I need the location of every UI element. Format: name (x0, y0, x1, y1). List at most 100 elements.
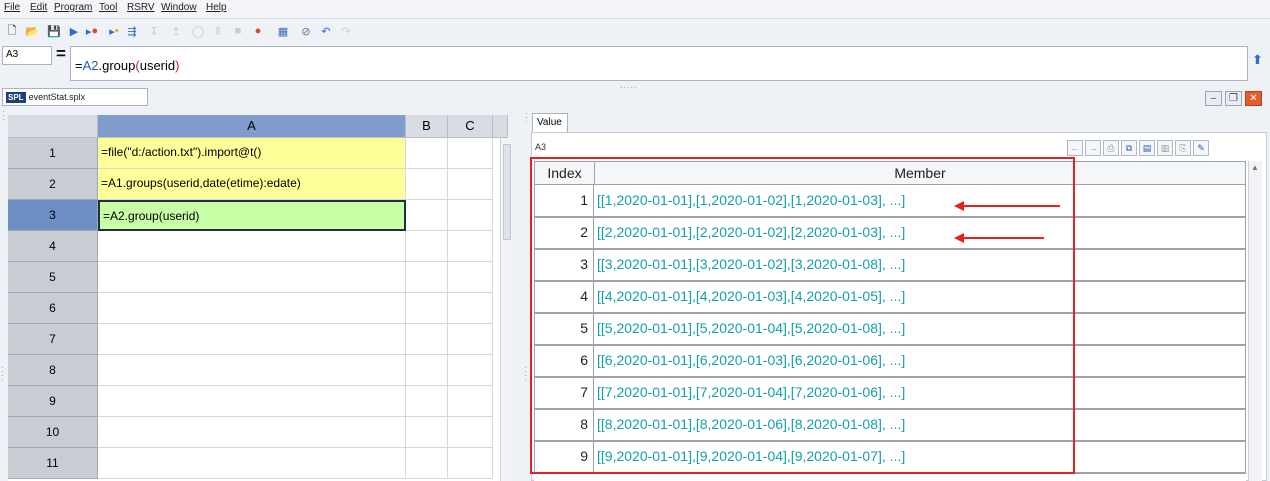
collapse-formula-icon[interactable]: ⬆ (1252, 52, 1263, 68)
cell-a9[interactable] (98, 386, 406, 417)
restore-icon[interactable]: ❐ (1225, 91, 1242, 106)
pause-bars-icon[interactable]: Ⅱ (210, 23, 226, 39)
cell-b1[interactable] (406, 138, 448, 169)
step-icon[interactable]: ▸ • (106, 23, 122, 39)
cell-name-box[interactable]: A3 (2, 46, 52, 65)
redo-icon[interactable]: ↷ (338, 23, 354, 39)
stop-icon[interactable]: ■ (230, 23, 246, 39)
row-header[interactable]: 6 (8, 293, 98, 324)
row-header[interactable]: 4 (8, 231, 98, 262)
scroll-up-icon[interactable]: ▲ (1251, 163, 1259, 172)
open-folder-icon[interactable]: 📂 (24, 23, 40, 39)
cell-b7[interactable] (406, 324, 448, 355)
cell-a1[interactable]: =file("d:/action.txt").import@t() (98, 138, 406, 169)
menu-file[interactable]: File (4, 2, 20, 13)
close-icon[interactable]: ✕ (1245, 91, 1262, 106)
row-header[interactable]: 7 (8, 324, 98, 355)
cell-a5[interactable] (98, 262, 406, 293)
value-table-scrollbar[interactable]: ▲ (1248, 161, 1262, 481)
pin-icon[interactable]: ✎ (1193, 140, 1209, 156)
cell-b6[interactable] (406, 293, 448, 324)
row-header[interactable]: 11 (8, 448, 98, 479)
cell-c6[interactable] (448, 293, 493, 324)
column-header-b[interactable]: B (406, 115, 448, 138)
cell-a11[interactable] (98, 448, 406, 479)
forward-icon[interactable]: → (1085, 140, 1101, 156)
row-header[interactable]: 5 (8, 262, 98, 293)
cell-a8[interactable] (98, 355, 406, 386)
left-split-grip-icon[interactable]: · · · · (1, 364, 4, 384)
menu-rsrv[interactable]: RSRV (127, 2, 155, 13)
row-header[interactable]: 9 (8, 386, 98, 417)
new-file-icon[interactable]: 🗋 (4, 23, 20, 39)
cell-c5[interactable] (448, 262, 493, 293)
formula-input[interactable]: =A2.group(userid) (70, 46, 1248, 81)
cell-c4[interactable] (448, 231, 493, 262)
cell-a4[interactable] (98, 231, 406, 262)
cell-b9[interactable] (406, 386, 448, 417)
formula-prefix: = (75, 58, 83, 73)
menu-window[interactable]: Window (161, 2, 197, 13)
paste-icon[interactable]: ⎘ (1175, 140, 1191, 156)
save-icon[interactable]: 💾 (46, 23, 62, 39)
menu-help[interactable]: Help (206, 2, 227, 13)
run-icon[interactable]: ▶ (66, 23, 82, 39)
step-into-icon[interactable]: ↧ (146, 23, 162, 39)
cell-b2[interactable] (406, 169, 448, 200)
back-icon[interactable]: ← (1067, 140, 1083, 156)
cell-c3[interactable] (448, 200, 493, 231)
cell-a6[interactable] (98, 293, 406, 324)
cell-b11[interactable] (406, 448, 448, 479)
grid-vertical-scrollbar[interactable] (500, 138, 513, 481)
row-header[interactable]: 3 (8, 200, 98, 231)
cell-b8[interactable] (406, 355, 448, 386)
column-header-extra (493, 115, 508, 138)
menu-tool[interactable]: Tool (99, 2, 117, 13)
cell-a10[interactable] (98, 417, 406, 448)
cell-c10[interactable] (448, 417, 493, 448)
value-tab[interactable]: Value (532, 113, 568, 132)
undo-icon[interactable]: ↶ (318, 23, 334, 39)
cell-b10[interactable] (406, 417, 448, 448)
grid-scroll-thumb[interactable] (503, 144, 511, 240)
value-cell-name: A3 (535, 142, 547, 152)
panel-split-grip-icon[interactable]: · · · (525, 110, 528, 126)
row-header[interactable]: 10 (8, 417, 98, 448)
cell-c8[interactable] (448, 355, 493, 386)
row-header[interactable]: 8 (8, 355, 98, 386)
cell-a3[interactable]: =A2.group(userid) (98, 200, 406, 231)
export-icon[interactable]: ⎙ (1103, 140, 1119, 156)
panel-split-grip-lower-icon[interactable]: · · · · (524, 364, 527, 384)
cell-a2[interactable]: =A1.groups(userid,date(etime):edate) (98, 169, 406, 200)
cell-b3[interactable] (406, 200, 448, 231)
debug-step-icon[interactable]: ⇶ (124, 23, 140, 39)
row-header[interactable]: 2 (8, 169, 98, 200)
cell-c1[interactable] (448, 138, 493, 169)
cell-b5[interactable] (406, 262, 448, 293)
table-view-icon[interactable]: ▤ (1139, 140, 1155, 156)
pause-icon[interactable]: ◯ (190, 23, 206, 39)
cell-c11[interactable] (448, 448, 493, 479)
cell-c7[interactable] (448, 324, 493, 355)
grid-view-icon[interactable]: ▦ (275, 23, 291, 39)
row-header[interactable]: 1 (8, 138, 98, 169)
cell-c9[interactable] (448, 386, 493, 417)
cell-a7[interactable] (98, 324, 406, 355)
run-to-cursor-icon[interactable]: ▸ ● (84, 23, 100, 39)
menu-program[interactable]: Program (54, 2, 92, 13)
menu-edit[interactable]: Edit (30, 2, 47, 13)
column-view-icon[interactable]: ▥ (1157, 140, 1173, 156)
cell-c2[interactable] (448, 169, 493, 200)
cell-b4[interactable] (406, 231, 448, 262)
column-header-c[interactable]: C (448, 115, 493, 138)
left-grip-icon[interactable]: · · · (2, 108, 5, 124)
clear-icon[interactable]: ⊘ (298, 23, 314, 39)
breakpoint-icon[interactable]: ● (250, 23, 266, 39)
grid-corner[interactable] (8, 115, 98, 138)
file-tab[interactable]: SPL eventStat.splx (2, 88, 148, 106)
split-handle[interactable]: ..... (620, 80, 638, 90)
step-out-icon[interactable]: ↥ (168, 23, 184, 39)
copy-icon[interactable]: ⧉ (1121, 140, 1137, 156)
minimize-icon[interactable]: – (1205, 91, 1222, 106)
column-header-a[interactable]: A (98, 115, 406, 138)
